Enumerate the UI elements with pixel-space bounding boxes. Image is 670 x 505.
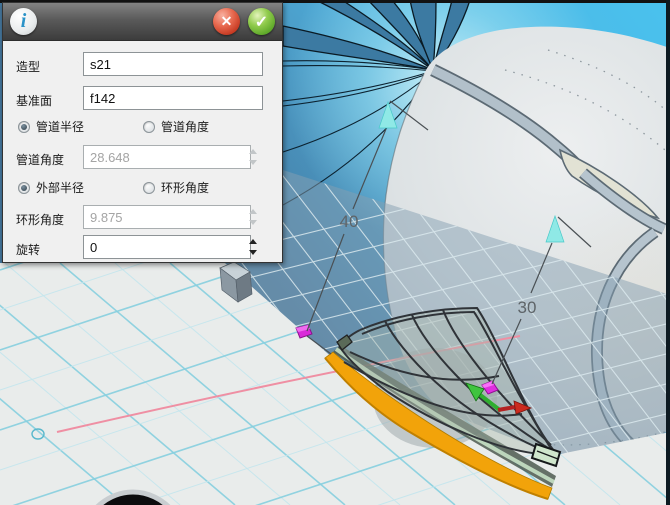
radio-pipe-radius-label: 管道半径	[36, 118, 84, 135]
shape-label: 造型	[16, 58, 40, 75]
radio-circle[interactable]	[18, 182, 30, 194]
spinner-arrows[interactable]	[248, 208, 258, 226]
spin-down-icon[interactable]	[249, 160, 257, 165]
dialog-titlebar[interactable]: i ✕ ✓	[3, 3, 282, 41]
radio-circle[interactable]	[143, 182, 155, 194]
spin-up-icon[interactable]	[249, 149, 257, 154]
pipe-angle-label: 管道角度	[16, 151, 64, 168]
info-icon: i	[10, 8, 37, 35]
radio-outer-radius[interactable]: 外部半径	[18, 179, 84, 196]
torus-properties-dialog: i ✕ ✓ 造型 基准面 管道半径 管道角度 管道角度	[2, 2, 283, 263]
radio-circle[interactable]	[143, 121, 155, 133]
dimension-40-label: 40	[340, 212, 359, 231]
rotation-label: 旋转	[16, 241, 40, 258]
radio-outer-radius-label: 外部半径	[36, 179, 84, 196]
confirm-button[interactable]: ✓	[248, 8, 275, 35]
spin-up-icon[interactable]	[249, 209, 257, 214]
radio-circle[interactable]	[18, 121, 30, 133]
spin-down-icon[interactable]	[249, 250, 257, 255]
radio-pipe-radius[interactable]: 管道半径	[18, 118, 84, 135]
dimension-30-label: 30	[518, 298, 537, 317]
ring-angle-spinbox[interactable]	[83, 205, 263, 229]
spin-down-icon[interactable]	[249, 220, 257, 225]
rotation-spinbox[interactable]	[83, 235, 263, 259]
shape-input[interactable]	[83, 52, 263, 76]
pipe-angle-input[interactable]	[83, 145, 251, 169]
spinner-arrows[interactable]	[248, 238, 258, 256]
pipe-angle-spinbox[interactable]	[83, 145, 263, 169]
radio-pipe-angle-label: 管道角度	[161, 118, 209, 135]
radio-pipe-angle[interactable]: 管道角度	[143, 118, 209, 135]
radio-ring-angle-label: 环形角度	[161, 179, 209, 196]
base-plane-label: 基准面	[16, 92, 52, 109]
frame-right	[666, 0, 670, 505]
rotation-input[interactable]	[83, 235, 251, 259]
spinner-arrows[interactable]	[248, 148, 258, 166]
spin-up-icon[interactable]	[249, 239, 257, 244]
base-plane-input[interactable]	[83, 86, 263, 110]
cad-application-window: 40 30 i ✕ ✓ 造型 基准面 管道半径 管道	[0, 0, 670, 505]
radio-ring-angle[interactable]: 环形角度	[143, 179, 209, 196]
ring-angle-input[interactable]	[83, 205, 251, 229]
ring-angle-label: 环形角度	[16, 211, 64, 228]
cancel-button[interactable]: ✕	[213, 8, 240, 35]
